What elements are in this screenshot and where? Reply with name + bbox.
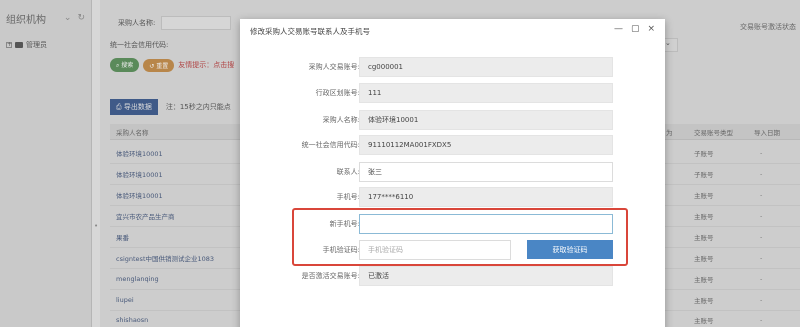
row-name[interactable]: 宜兴市农产品生产商 [116,206,175,226]
new-phone-input[interactable] [359,214,613,234]
row-type: 主账号 [694,317,714,325]
code-label: 手机验证码: [322,246,360,254]
expand-icon[interactable]: + [6,42,12,48]
row-name[interactable]: 体验环境10001 [116,185,163,205]
new-phone-row: 新手机号: [240,214,665,234]
row-type: 主账号 [694,213,714,221]
row-name[interactable]: 果番 [116,227,129,247]
dialog-title: 修改采购人交易账号联系人及手机号 [250,27,370,36]
region-label: 行政区划账号: [315,89,360,97]
row-date: - [760,212,763,220]
collapse-icon[interactable]: ⌄ [64,13,72,23]
export-note: 注：15秒之内只能点 [165,103,231,111]
row-type: 子账号 [694,171,714,179]
export-button[interactable]: ⎙ 导出数据 [110,99,158,115]
account-label: 采购人交易账号: [308,63,360,71]
credit-code-filter: 统一社会信用代码: [110,40,168,50]
purchaser-name-label: 采购人名称: [118,19,156,27]
account-row: 采购人交易账号: cg000001 [240,57,665,77]
folder-icon [15,42,23,48]
row-name[interactable]: csigntest中国供销测试企业1083 [116,248,214,268]
dialog-controls: — ▢ × [614,24,655,34]
refresh-icon[interactable]: ↻ [77,13,85,23]
phone-field: 177****6110 [359,187,613,207]
credit-field: 91110112MA001FXDX5 [359,135,613,155]
region-field: 111 [359,83,613,103]
name-row: 采购人名称: 体验环境10001 [240,110,665,130]
tip-text: 友情提示：点击搜 [178,61,235,69]
credit-row: 统一社会信用代码: 91110112MA001FXDX5 [240,135,665,155]
org-panel-title: 组织机构 [6,14,46,26]
name-label: 采购人名称: [322,116,360,124]
row-type: 主账号 [694,192,714,200]
row-date: - [760,170,763,178]
contact-label: 联系人: [336,168,360,176]
code-input[interactable]: 手机验证码 [359,240,511,260]
toolbar: ⎙ 导出数据 注：15秒之内只能点 [110,99,231,115]
purchaser-name-filter: 采购人名称: [110,16,232,30]
contact-row: 联系人: 张三 [240,162,665,182]
row-name[interactable]: liupei [116,290,134,310]
col-name: 采购人名称 [116,128,149,137]
panel-splitter[interactable]: • [92,0,100,327]
export-button-label: 导出数据 [123,103,152,111]
org-panel: 组织机构 ⌄ ↻ + 管理员 [0,0,92,327]
active-label: 是否激活交易账号: [301,272,360,280]
row-date: - [760,149,763,157]
col-a: 为 [666,128,673,137]
credit-label: 统一社会信用代码: [301,141,360,149]
region-row: 行政区划账号: 111 [240,83,665,103]
col-date: 导入日期 [754,128,780,137]
filter-actions: ⌕ 搜索 ↺ 重置 友情提示：点击搜 [110,58,234,72]
tree-item-label: 管理员 [26,41,47,49]
close-icon[interactable]: × [647,24,655,34]
edit-contact-dialog: 修改采购人交易账号联系人及手机号 — ▢ × 采购人交易账号: cg000001… [240,19,665,327]
row-name[interactable]: shishaosn [116,310,148,327]
code-row: 手机验证码: 手机验证码 获取验证码 [240,240,665,260]
contact-input[interactable]: 张三 [359,162,613,182]
minimize-icon[interactable]: — [614,24,623,34]
row-date: - [760,275,763,283]
row-name[interactable]: menglanqing [116,269,159,289]
maximize-icon[interactable]: ▢ [631,24,640,34]
col-type: 交易账号类型 [694,128,733,137]
row-date: - [760,254,763,262]
active-row: 是否激活交易账号: 已激活 [240,266,665,286]
new-phone-label: 新手机号: [329,220,360,228]
purchaser-name-input[interactable] [161,16,232,30]
row-name[interactable]: 体验环境10001 [116,164,163,184]
credit-code-label: 统一社会信用代码: [110,41,169,49]
get-code-button[interactable]: 获取验证码 [527,240,613,259]
active-field: 已激活 [359,266,613,286]
reset-button-label: 重置 [156,62,169,70]
search-button[interactable]: ⌕ 搜索 [110,58,140,72]
row-name[interactable]: 体验环境10001 [116,143,163,163]
row-date: - [760,233,763,241]
row-date: - [760,191,763,199]
splitter-handle-icon[interactable]: • [94,222,98,230]
row-date: - [760,296,763,304]
row-type: 子账号 [694,150,714,158]
row-type: 主账号 [694,255,714,263]
search-button-label: 搜索 [121,62,134,69]
row-type: 主账号 [694,234,714,242]
phone-row: 手机号: 177****6110 [240,187,665,207]
row-date: - [760,316,763,324]
org-panel-header: 组织机构 ⌄ ↻ [0,0,91,36]
name-field: 体验环境10001 [359,110,613,130]
phone-label: 手机号: [336,193,360,201]
activation-status-label: 交易账号激活状态 [740,23,796,31]
row-type: 主账号 [694,297,714,305]
tree-item-root[interactable]: + 管理员 [0,40,91,50]
reset-button[interactable]: ↺ 重置 [143,58,175,72]
row-type: 主账号 [694,276,714,284]
account-field: cg000001 [359,57,613,77]
